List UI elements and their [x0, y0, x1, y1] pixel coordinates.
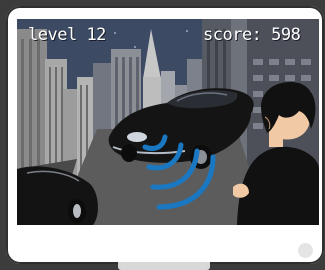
score-value: 598 — [271, 25, 301, 45]
level-label: level — [28, 25, 77, 45]
score-display: score: 598 — [203, 25, 301, 45]
device-bottom-tab — [118, 262, 210, 270]
game-screen[interactable]: level 12 score: 598 — [17, 19, 319, 225]
level-display: level 12 — [28, 25, 106, 45]
score-label: score: — [203, 25, 262, 45]
city-scene — [17, 19, 319, 225]
home-button[interactable] — [298, 243, 313, 258]
level-value: 12 — [86, 25, 106, 45]
